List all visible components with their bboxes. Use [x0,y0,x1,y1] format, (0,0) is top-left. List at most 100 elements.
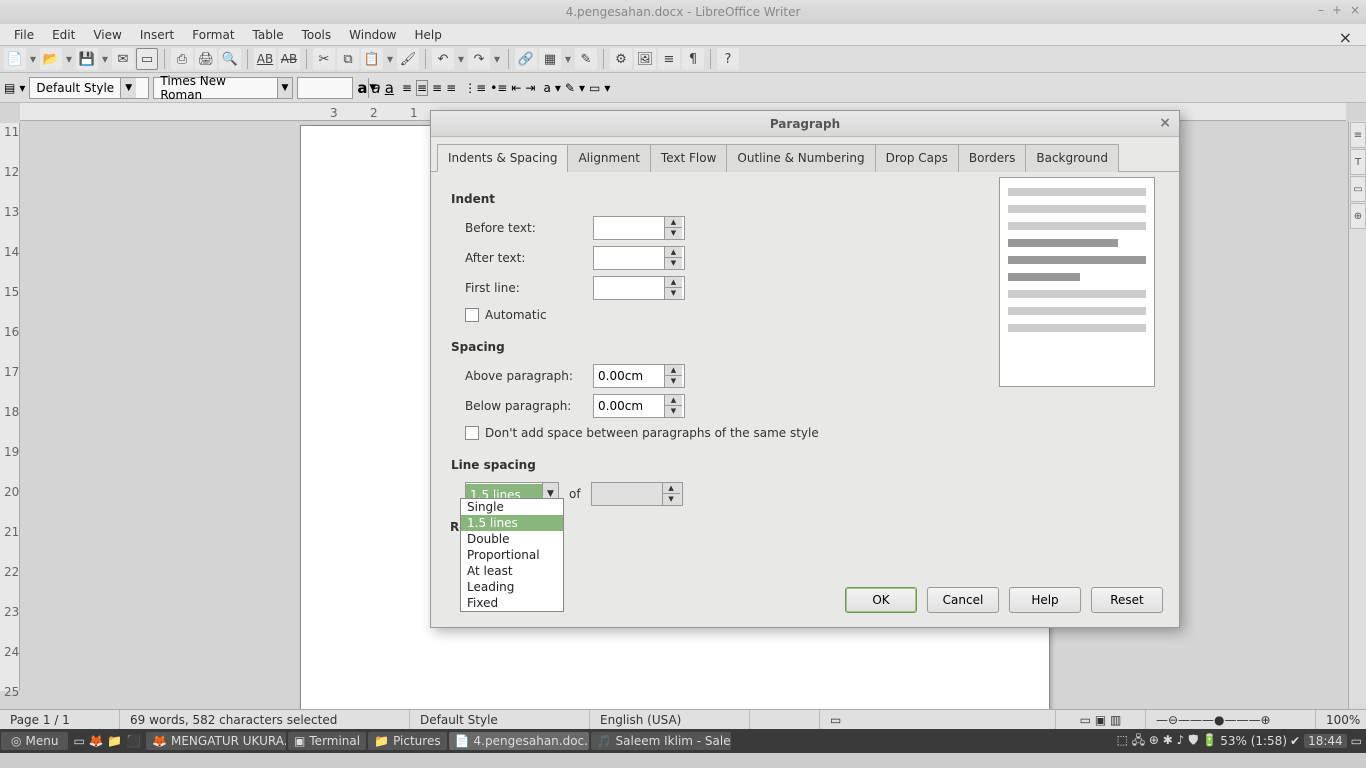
open-icon[interactable]: 📂 [40,48,62,70]
option-double[interactable]: Double [461,531,563,547]
paste-icon[interactable]: 📋 [361,48,383,70]
after-text-spinbox[interactable]: ▲▼ [593,246,685,270]
tab-borders[interactable]: Borders [958,144,1026,172]
minimize-icon[interactable]: – [1318,3,1324,17]
styles-icon[interactable]: ▤ [4,81,15,95]
menu-help[interactable]: Help [406,26,449,44]
font-color-icon[interactable]: a [543,81,550,95]
print-icon[interactable]: 🖨 [195,48,217,70]
task-3[interactable]: 📁 Pictures [368,732,446,750]
before-text-input[interactable] [594,218,664,238]
after-text-input[interactable] [594,248,664,268]
clone-format-icon[interactable]: 🖌 [397,48,419,70]
outdent-icon[interactable]: ⇤ [511,81,521,95]
draw-icon[interactable]: ✎ [575,48,597,70]
autospell-icon[interactable]: AB [278,48,300,70]
start-menu[interactable]: ◎ Menu [1,732,68,750]
zoom-slider[interactable]: —⊖———●———⊕ [1146,710,1316,729]
pilcrow-icon[interactable]: ¶ [682,48,704,70]
spin-up-icon[interactable]: ▲ [664,365,682,376]
spin-up-icon[interactable]: ▲ [664,395,682,406]
show-desktop-icon[interactable]: ▭ [1347,734,1366,748]
first-line-input[interactable] [594,278,664,298]
option-leading[interactable]: Leading [461,579,563,595]
status-language[interactable]: English (USA) [590,710,750,729]
first-line-spinbox[interactable]: ▲▼ [593,276,685,300]
spin-down-icon[interactable]: ▼ [664,258,682,269]
status-view-icons[interactable]: ▭ ▣ ▥ [1056,710,1146,729]
undo-icon[interactable]: ↶ [432,48,454,70]
align-right-icon[interactable]: ≡ [432,81,442,95]
status-words[interactable]: 69 words, 582 characters selected [120,710,410,729]
sidebar-navigator-icon[interactable]: ⊕ [1350,203,1366,229]
frame-icon[interactable]: ▭ [589,81,600,95]
spin-up-icon[interactable]: ▲ [664,277,682,288]
no-space-checkbox[interactable]: Don't add space between paragraphs of th… [465,426,1159,440]
option-single[interactable]: Single [461,499,563,515]
sidebar-styles-icon[interactable]: T [1350,149,1366,175]
close-document-icon[interactable]: × [1331,26,1360,49]
dialog-titlebar[interactable]: Paragraph × [431,111,1179,137]
table-icon[interactable]: ▦ [539,48,561,70]
align-center-icon[interactable]: ≡ [416,80,428,96]
clock[interactable]: 18:44 [1304,734,1347,748]
task-2[interactable]: ▣ Terminal [288,732,366,750]
menu-window[interactable]: Window [341,26,404,44]
export-pdf-icon[interactable]: ⎙ [171,48,193,70]
redo-icon[interactable]: ↷ [468,48,490,70]
image-icon[interactable]: 🖼 [634,48,656,70]
tab-drop-caps[interactable]: Drop Caps [875,144,959,172]
align-justify-icon[interactable]: ≡ [446,81,456,95]
option-fixed[interactable]: Fixed [461,595,563,611]
sidebar-properties-icon[interactable]: ≡ [1350,122,1366,148]
chevron-down-icon[interactable]: ▼ [277,78,293,98]
below-para-spinbox[interactable]: ▲▼ [593,394,685,418]
dialog-close-icon[interactable]: × [1159,115,1171,131]
font-name-combo[interactable]: Times New Roman ▼ [153,77,293,99]
preview-icon[interactable]: 🔍 [219,48,241,70]
hyperlink-icon[interactable]: 🔗 [515,48,537,70]
maximize-icon[interactable]: + [1332,3,1342,17]
ok-button[interactable]: OK [845,587,917,613]
tab-text-flow[interactable]: Text Flow [650,144,727,172]
checkbox-icon[interactable] [465,426,479,440]
line-spacing-dropdown[interactable]: Single 1.5 lines Double Proportional At … [460,498,564,612]
email-icon[interactable]: ✉ [112,48,134,70]
chevron-down-icon[interactable]: ▼ [120,78,136,98]
indent-icon[interactable]: ⇥ [525,81,535,95]
copy-icon[interactable]: ⧉ [337,48,359,70]
quicklaunch[interactable]: ▭ 🦊 📁 ⬛ [69,734,145,748]
spellcheck-icon[interactable]: AB [254,48,276,70]
cancel-button[interactable]: Cancel [927,587,999,613]
status-insert[interactable] [750,710,820,729]
save-icon[interactable]: 💾 [76,48,98,70]
vertical-ruler[interactable]: 11 12 13 14 15 16 17 18 19 20 21 22 23 2… [0,123,20,691]
zoom-value[interactable]: 100% [1316,710,1366,729]
bold-icon[interactable]: a [357,79,367,97]
close-icon[interactable]: × [1350,3,1360,17]
align-left-icon[interactable]: ≡ [402,81,412,95]
help-button[interactable]: Help [1009,587,1081,613]
checkbox-icon[interactable] [465,308,479,322]
data-icon[interactable]: ≡ [658,48,680,70]
find-icon[interactable]: ⚙ [610,48,632,70]
status-style[interactable]: Default Style [410,710,590,729]
menu-tools[interactable]: Tools [294,26,340,44]
menu-view[interactable]: View [85,26,129,44]
menu-format[interactable]: Format [184,26,242,44]
above-para-spinbox[interactable]: ▲▼ [593,364,685,388]
tab-alignment[interactable]: Alignment [567,144,650,172]
help-icon[interactable]: ? [717,48,739,70]
menu-table[interactable]: Table [245,26,292,44]
menu-insert[interactable]: Insert [132,26,182,44]
spin-down-icon[interactable]: ▼ [664,288,682,299]
above-para-input[interactable] [594,366,664,386]
reset-button[interactable]: Reset [1091,587,1163,613]
before-text-spinbox[interactable]: ▲▼ [593,216,685,240]
number-list-icon[interactable]: ⋮≡ [464,81,486,95]
menu-edit[interactable]: Edit [44,26,83,44]
cut-icon[interactable]: ✂ [313,48,335,70]
tab-background[interactable]: Background [1025,144,1119,172]
status-page[interactable]: Page 1 / 1 [0,710,120,729]
sidebar-gallery-icon[interactable]: ▭ [1350,176,1366,202]
